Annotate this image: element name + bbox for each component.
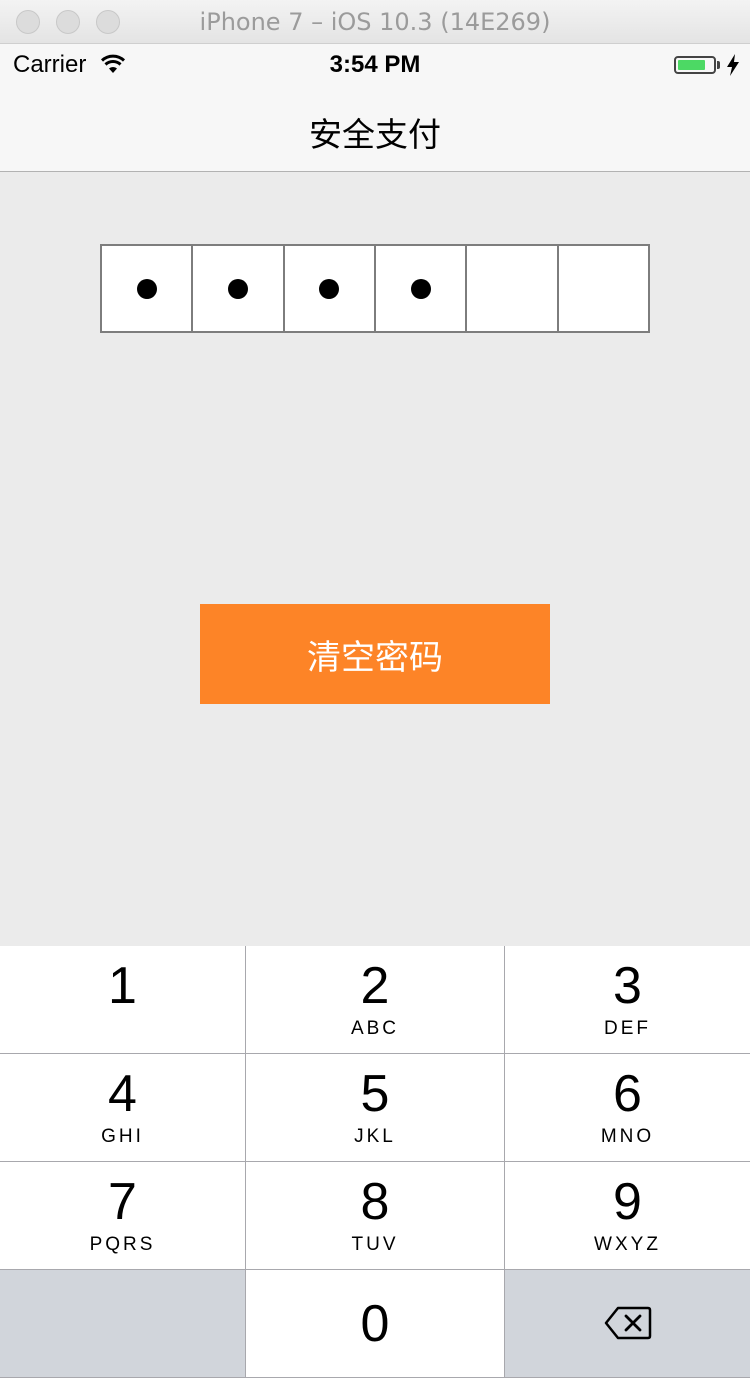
password-cell (467, 246, 559, 331)
password-dot (227, 278, 248, 299)
password-dot (319, 278, 340, 299)
key-number: 5 (360, 1065, 390, 1123)
password-cell (285, 246, 376, 331)
key-letters: JKL (354, 1126, 396, 1147)
navigation-bar: 安全支付 (0, 84, 750, 172)
key-number: 9 (613, 1173, 642, 1231)
status-time: 3:54 PM (329, 51, 421, 78)
key-1[interactable]: 1 (0, 946, 246, 1054)
key-letters: GHI (101, 1126, 144, 1147)
key-number: 8 (360, 1173, 390, 1231)
key-6[interactable]: 6 MNO (505, 1054, 750, 1162)
key-letters: MNO (600, 1126, 655, 1147)
key-number: 3 (613, 957, 642, 1015)
battery-level (678, 60, 705, 70)
page-title: 安全支付 (309, 115, 441, 154)
key-7[interactable]: 7 PQRS (0, 1162, 246, 1270)
password-cell (193, 246, 285, 331)
key-5[interactable]: 5 JKL (246, 1054, 505, 1162)
key-letters: ABC (350, 1018, 400, 1039)
password-input[interactable] (100, 244, 650, 333)
key-empty (0, 1270, 246, 1378)
key-number: 6 (613, 1065, 642, 1123)
key-3[interactable]: 3 DEF (505, 946, 750, 1054)
key-number: 2 (360, 957, 390, 1015)
password-dot (136, 278, 157, 299)
key-letters: TUV (351, 1234, 399, 1255)
key-8[interactable]: 8 TUV (246, 1162, 505, 1270)
key-letters: WXYZ (594, 1234, 661, 1255)
key-number: 4 (108, 1065, 137, 1123)
key-letters: PQRS (89, 1234, 156, 1255)
password-cell (376, 246, 468, 331)
key-0[interactable]: 0 (246, 1270, 505, 1378)
window-title: iPhone 7 – iOS 10.3 (14E269) (199, 8, 551, 36)
key-9[interactable]: 9 WXYZ (505, 1162, 750, 1270)
simulator-title-bar: iPhone 7 – iOS 10.3 (14E269) (0, 0, 750, 44)
key-number: 1 (108, 957, 137, 1015)
password-cell (102, 246, 194, 331)
battery-nub (717, 61, 720, 69)
clear-password-button[interactable]: 清空密码 (200, 604, 550, 704)
charging-bolt-icon (727, 54, 739, 76)
status-bar: Carrier 3:54 PM (0, 44, 750, 84)
key-letters: DEF (604, 1018, 651, 1039)
backspace-icon (604, 1306, 651, 1340)
key-number: 7 (108, 1173, 137, 1231)
numeric-keypad: 1 2 ABC 3 DEF 4 GHI 5 JKL 6 MNO 7 PQRS 8 TUV 9 W… (0, 946, 750, 1378)
backspace-key[interactable] (505, 1270, 750, 1378)
password-dot (410, 278, 431, 299)
key-4[interactable]: 4 GHI (0, 1054, 246, 1162)
battery-icon (674, 56, 716, 74)
key-number: 0 (360, 1295, 390, 1353)
key-2[interactable]: 2 ABC (246, 946, 505, 1054)
password-cell (559, 246, 648, 331)
